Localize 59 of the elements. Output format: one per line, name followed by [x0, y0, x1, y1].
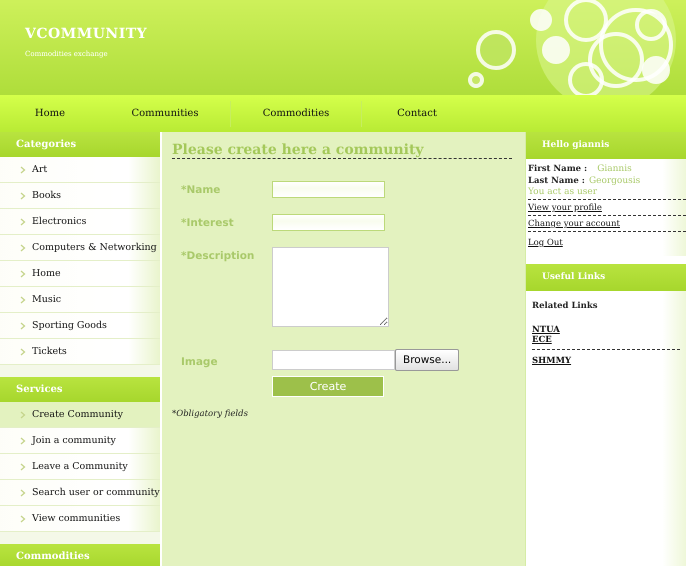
chevron-icon — [20, 436, 26, 444]
chevron-icon — [20, 270, 26, 278]
related-link[interactable]: SHMMY — [532, 356, 572, 366]
field-label: Last Name : — [528, 176, 585, 186]
chevron-icon — [20, 410, 26, 418]
input-field[interactable] — [272, 214, 385, 231]
input-field[interactable] — [272, 181, 385, 198]
form-title: Please create here a community — [172, 142, 512, 159]
related-link[interactable]: ECE — [532, 335, 552, 345]
field-label: *Name — [181, 183, 222, 196]
sidebar-item[interactable]: Create Community — [0, 402, 160, 428]
file-path-field[interactable] — [272, 350, 395, 370]
chevron-icon — [20, 218, 26, 226]
nav-link[interactable]: Home — [0, 95, 100, 132]
sidebar-item[interactable]: Art — [0, 157, 160, 183]
sidebar-item[interactable]: Join a community — [0, 428, 160, 454]
sidebar-item[interactable]: View communities — [0, 506, 160, 532]
chevron-icon — [20, 192, 26, 200]
nav-link[interactable]: Communities — [100, 95, 230, 132]
required-note: *Obligatory fields — [172, 409, 249, 419]
panel-header: Useful Links — [526, 264, 686, 291]
chevron-icon — [20, 296, 26, 304]
sidebar-item[interactable]: Tickets — [0, 339, 160, 365]
account-link[interactable]: Log Out — [528, 232, 686, 250]
chevron-icon — [20, 462, 26, 470]
role-text: You act as user — [528, 187, 686, 200]
chevron-icon — [20, 322, 26, 330]
section-header: Services — [0, 377, 160, 402]
sidebar-item[interactable]: Search user or community — [0, 480, 160, 506]
chevron-icon — [20, 348, 26, 356]
links-heading: Related Links — [532, 301, 599, 311]
field-label: First Name : — [528, 164, 588, 174]
nav-link[interactable]: Commodities — [231, 95, 361, 132]
site-title: VCOMMUNITY — [25, 26, 148, 42]
field-label: *Description — [181, 249, 256, 262]
nav-link[interactable]: Contact — [362, 95, 472, 132]
sidebar-item[interactable]: Computers & Networking — [0, 235, 160, 261]
section-header: Categories — [0, 132, 160, 157]
chevron-icon — [20, 514, 26, 522]
related-link[interactable]: NTUA — [532, 325, 560, 335]
account-link[interactable]: Change your account — [528, 216, 686, 232]
sidebar-item[interactable]: Electronics — [0, 209, 160, 235]
sidebar-item[interactable]: Music — [0, 287, 160, 313]
last-name-value: Georgousis — [588, 176, 640, 186]
sidebar-item[interactable]: Home — [0, 261, 160, 287]
chevron-icon — [20, 488, 26, 496]
description-field[interactable] — [272, 247, 389, 327]
sidebar-item[interactable]: Sporting Goods — [0, 313, 160, 339]
chevron-icon — [20, 166, 26, 174]
browse-button[interactable]: Browse... — [395, 349, 460, 371]
chevron-icon — [20, 244, 26, 252]
account-link[interactable]: View your profile — [528, 200, 686, 216]
field-label: Image — [181, 354, 219, 368]
sidebar-item[interactable]: Books — [0, 183, 160, 209]
first-name-value: Giannis — [597, 164, 632, 174]
sidebar-item[interactable]: Leave a Community — [0, 454, 160, 480]
section-header: Commodities — [0, 544, 160, 566]
panel-header: Hello giannis — [526, 132, 686, 159]
field-label: *Interest — [181, 216, 235, 229]
